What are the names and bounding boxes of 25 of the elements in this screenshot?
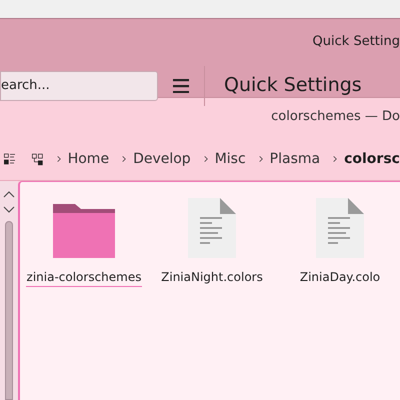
file-name[interactable]: zinia-colorschemes xyxy=(26,268,142,287)
folder-icon xyxy=(53,202,115,258)
details-view-icon[interactable] xyxy=(4,151,16,167)
header-title: Quick Settings xyxy=(224,73,362,98)
breadcrumb[interactable]: Develop xyxy=(133,148,191,170)
menu-icon[interactable] xyxy=(173,78,189,92)
chevron-down-icon[interactable] xyxy=(3,206,15,213)
document-icon xyxy=(316,198,364,258)
scrollbar-thumb[interactable] xyxy=(5,221,13,400)
file-name[interactable]: ZiniaNight.colors xyxy=(160,268,264,287)
chevron-right-icon xyxy=(258,154,263,164)
chevron-up-icon[interactable] xyxy=(3,191,15,198)
chevron-right-icon xyxy=(204,154,208,164)
window-title: colorschemes — Do xyxy=(271,108,400,126)
breadcrumb[interactable]: Home xyxy=(68,148,110,170)
breadcrumb[interactable]: colorsc xyxy=(344,148,400,170)
breadcrumb[interactable]: Plasma xyxy=(270,148,320,170)
chevron-right-icon xyxy=(333,154,338,164)
panel-title: Quick Setting xyxy=(312,33,400,51)
document-icon xyxy=(188,198,236,258)
chevron-right-icon xyxy=(56,154,61,164)
file-name[interactable]: ZiniaDay.colo xyxy=(298,268,382,287)
breadcrumb[interactable]: Misc xyxy=(214,148,246,170)
chevron-right-icon xyxy=(122,154,126,164)
search-field[interactable]: earch... xyxy=(0,70,158,100)
